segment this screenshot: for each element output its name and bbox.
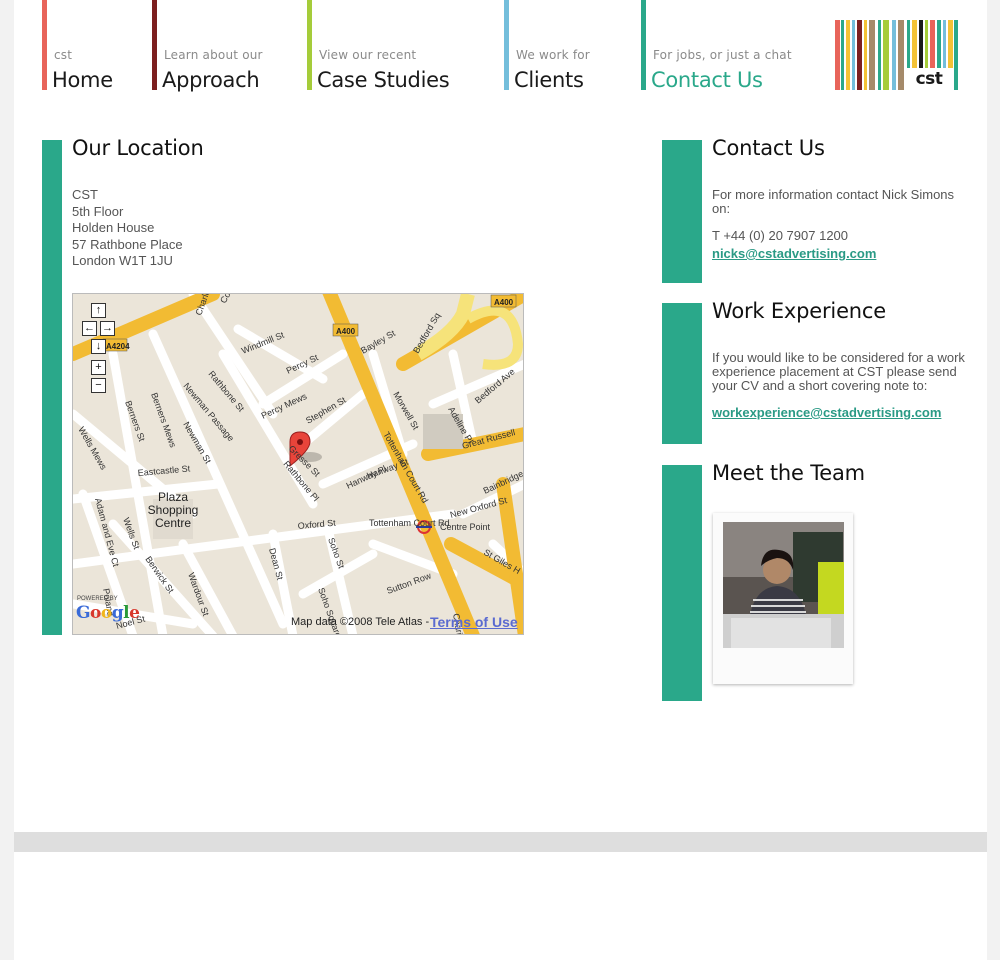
nav-contact-label[interactable]: Contact Us bbox=[651, 68, 763, 92]
map-place-label: Centre bbox=[155, 516, 191, 530]
nav-case-studies-caption: View our recent bbox=[319, 48, 417, 62]
contact-text-block: For more information contact Nick Simons… bbox=[712, 188, 967, 261]
location-title: Our Location bbox=[72, 136, 204, 160]
map-zoom-out-icon[interactable]: − bbox=[91, 378, 106, 393]
map-pan-left-icon[interactable]: ← bbox=[82, 321, 97, 336]
nav-contact-bar bbox=[641, 0, 646, 90]
nav-home-bar bbox=[42, 0, 47, 90]
map-road-badge: A400 bbox=[494, 298, 514, 307]
nav-clients-caption: We work for bbox=[516, 48, 590, 62]
contact-section-bar bbox=[662, 140, 702, 283]
logo-text: cst bbox=[904, 68, 954, 90]
work-email-link[interactable]: workexperience@cstadvertising.com bbox=[712, 405, 941, 420]
google-logo: Google bbox=[76, 603, 140, 623]
contact-title: Contact Us bbox=[712, 136, 825, 160]
map-pan-up-icon[interactable]: ↑ bbox=[91, 303, 106, 318]
map-pan-down-icon[interactable]: ↓ bbox=[91, 339, 106, 354]
nav-contact-us[interactable]: For jobs, or just a chat Contact Us bbox=[641, 0, 821, 92]
team-title: Meet the Team bbox=[712, 461, 865, 485]
contact-phone: T +44 (0) 20 7907 1200 bbox=[712, 228, 849, 243]
footer-area bbox=[14, 852, 987, 960]
location-section-bar bbox=[42, 140, 62, 635]
nav-case-studies[interactable]: View our recent Case Studies bbox=[307, 0, 504, 92]
map-pan-right-icon[interactable]: → bbox=[100, 321, 115, 336]
address-line: CST bbox=[72, 187, 98, 202]
map-place-label: Plaza bbox=[158, 490, 188, 504]
address-line: Holden House bbox=[72, 220, 155, 235]
map-place-label: Shopping bbox=[148, 503, 199, 517]
contact-email-link[interactable]: nicks@cstadvertising.com bbox=[712, 246, 876, 261]
work-title: Work Experience bbox=[712, 299, 886, 323]
nav-approach-label[interactable]: Approach bbox=[162, 68, 260, 92]
address-block: CST 5th Floor Holden House 57 Rathbone P… bbox=[72, 187, 183, 270]
nav-home-label[interactable]: Home bbox=[52, 68, 113, 92]
map-terms-link[interactable]: Terms of Use bbox=[430, 614, 518, 630]
address-line: 5th Floor bbox=[72, 203, 124, 219]
work-section-bar bbox=[662, 303, 702, 444]
team-member-photo bbox=[723, 522, 844, 648]
nav-approach-bar bbox=[152, 0, 157, 90]
nav-contact-caption: For jobs, or just a chat bbox=[653, 48, 792, 62]
nav-home[interactable]: cst Home bbox=[42, 0, 152, 92]
nav-case-studies-label[interactable]: Case Studies bbox=[317, 68, 450, 92]
nav-clients-label[interactable]: Clients bbox=[514, 68, 584, 92]
footer-band bbox=[14, 832, 987, 852]
map-street-label: Tottenham Court Rd bbox=[369, 518, 450, 528]
nav-clients[interactable]: We work for Clients bbox=[504, 0, 641, 92]
work-description: If you would like to be considered for a… bbox=[712, 350, 965, 393]
address-line: London W1T 1JU bbox=[72, 253, 173, 268]
nav-home-caption: cst bbox=[54, 48, 73, 62]
map-copyright: Map data ©2008 Tele Atlas - bbox=[291, 616, 430, 628]
map-canvas[interactable]: Charlotte StWindmill StRathbone StPercy … bbox=[73, 294, 524, 635]
map-zoom-in-icon[interactable]: + bbox=[91, 360, 106, 375]
google-map[interactable]: Charlotte StWindmill StRathbone StPercy … bbox=[72, 293, 524, 635]
map-road-badge: A4204 bbox=[106, 342, 130, 351]
cst-logo[interactable]: cst bbox=[835, 20, 958, 90]
nav-approach-caption: Learn about our bbox=[164, 48, 263, 62]
work-text-block: If you would like to be considered for a… bbox=[712, 351, 967, 420]
team-photo[interactable] bbox=[713, 513, 853, 684]
nav-approach[interactable]: Learn about our Approach bbox=[152, 0, 307, 92]
nav-case-studies-bar bbox=[307, 0, 312, 90]
contact-description: For more information contact Nick Simons… bbox=[712, 187, 955, 216]
nav-clients-bar bbox=[504, 0, 509, 90]
map-road-badge: A400 bbox=[336, 327, 356, 336]
map-powered-by: POWERED BY bbox=[77, 596, 118, 602]
address-line: 57 Rathbone Place bbox=[72, 236, 183, 252]
team-section-bar bbox=[662, 465, 702, 701]
